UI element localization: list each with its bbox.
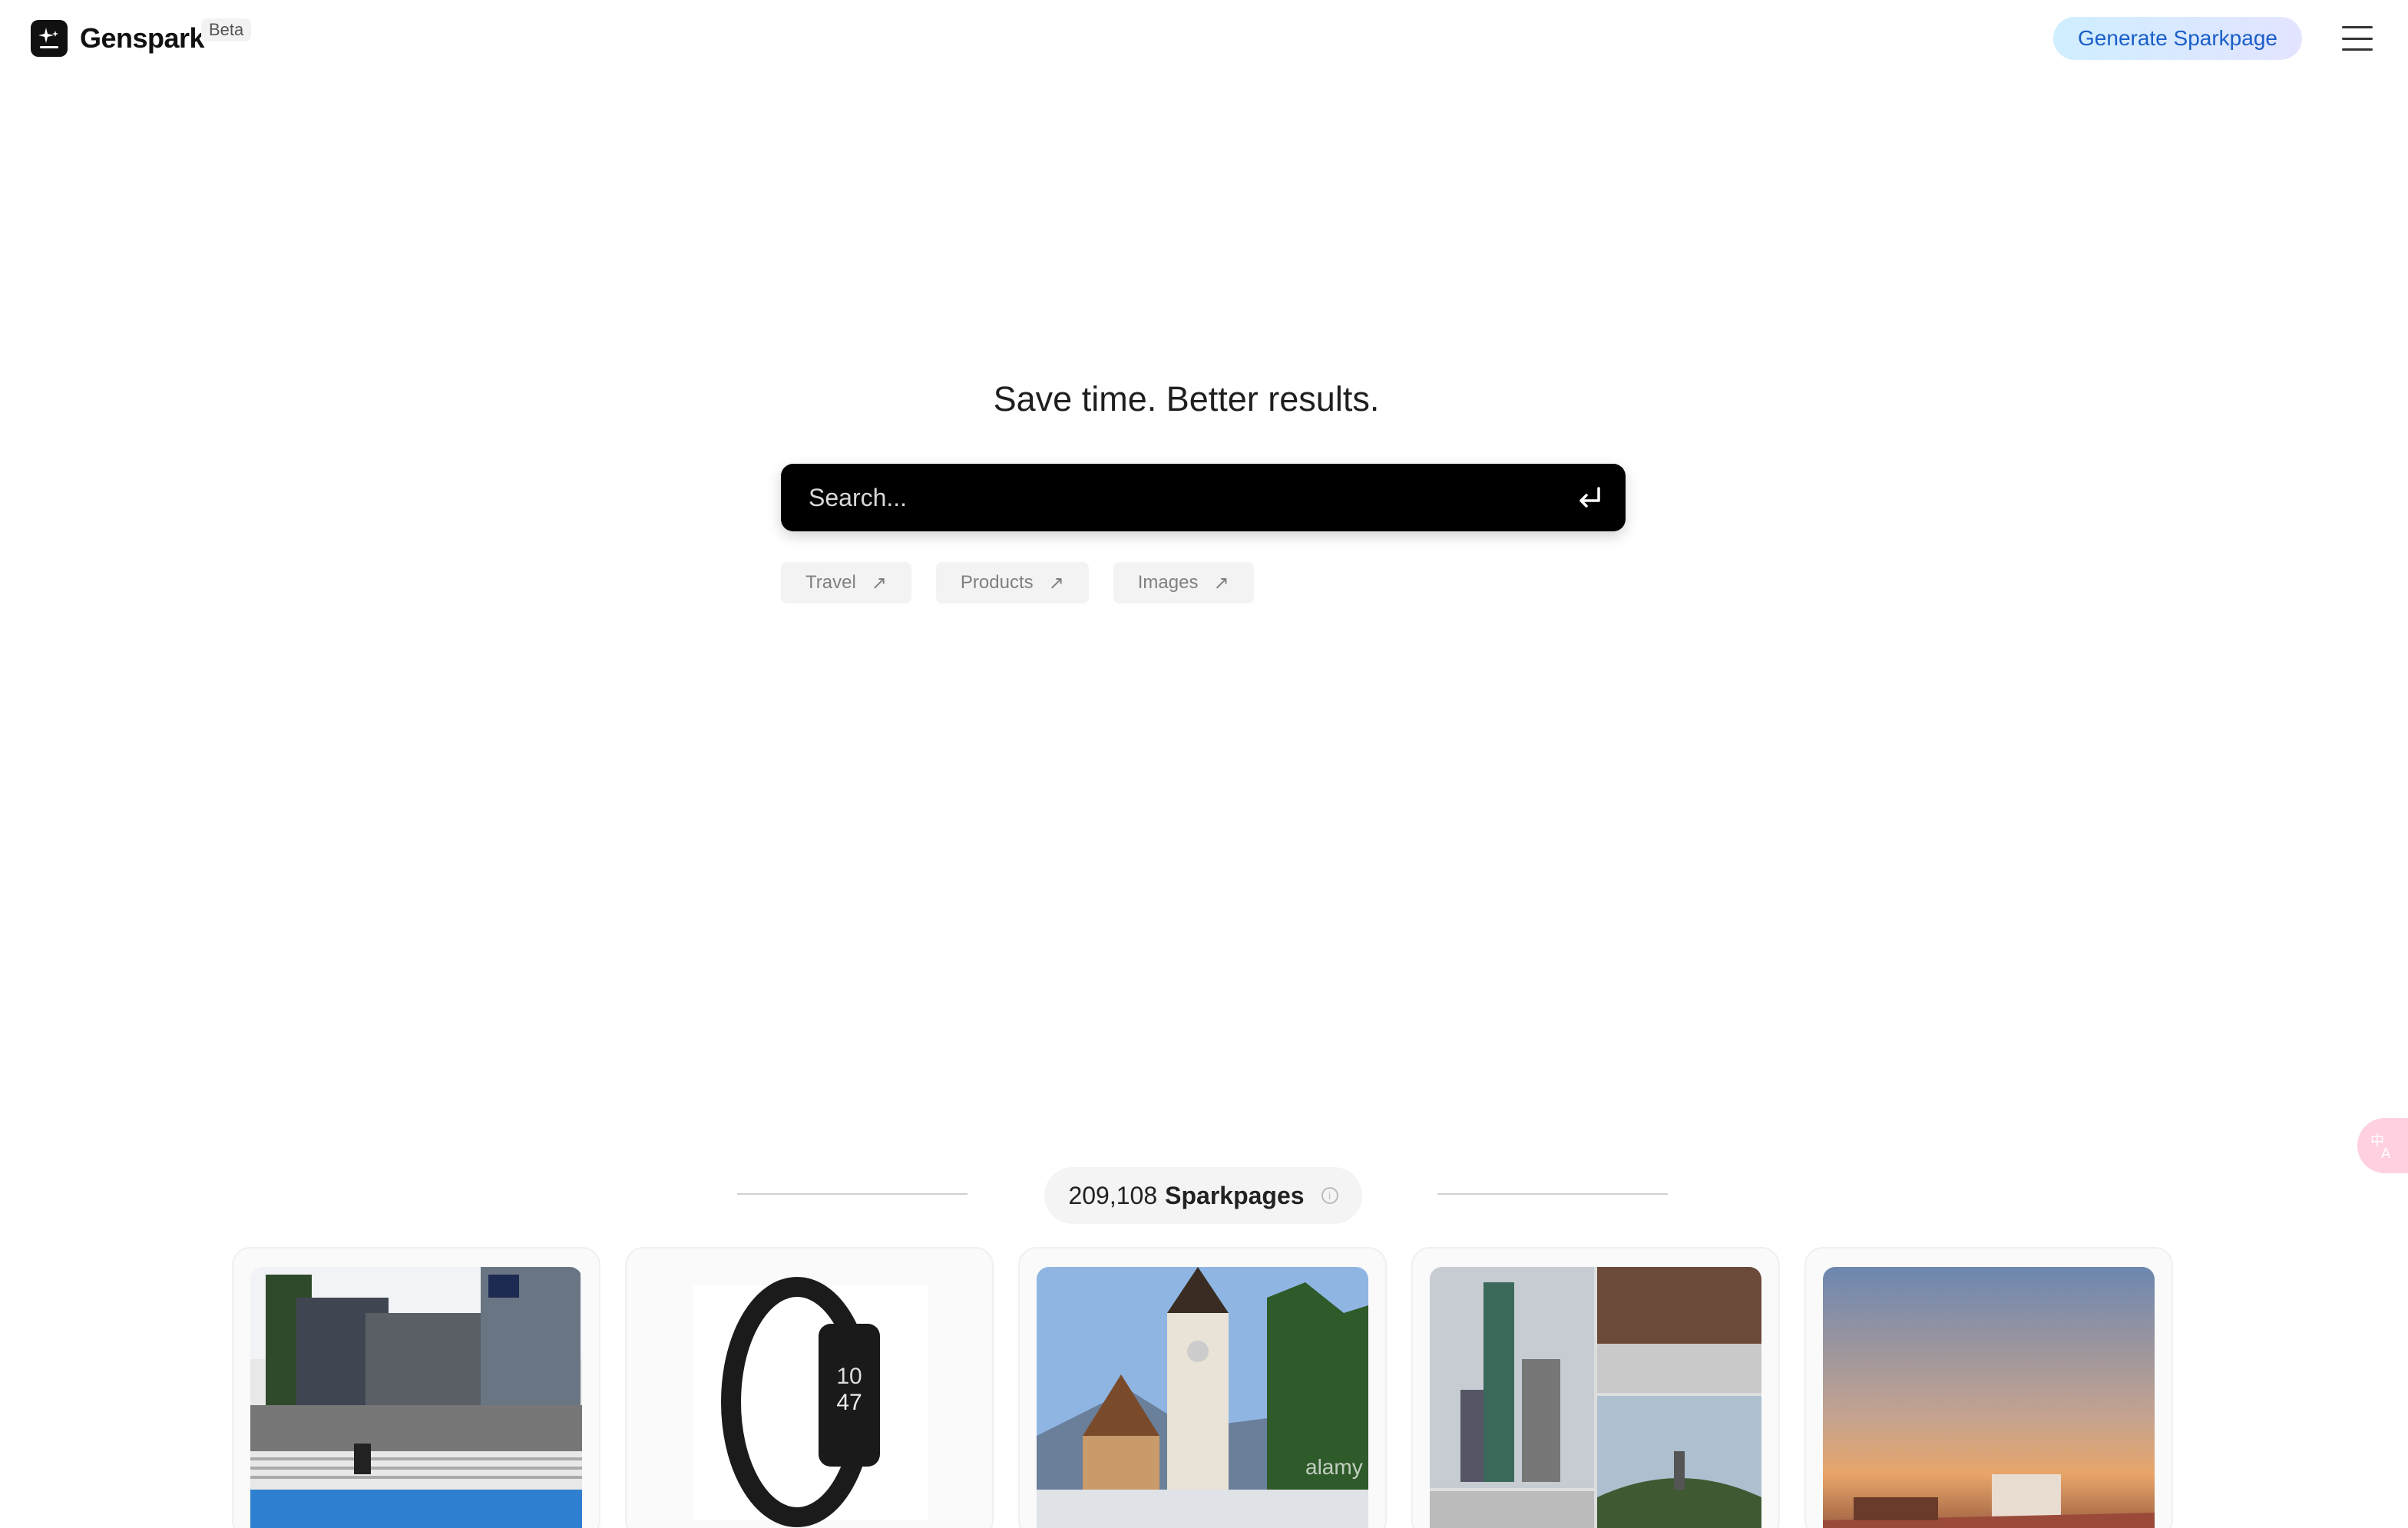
desert-camp-image [1823,1267,2155,1528]
genspark-logo-icon [31,20,68,57]
hamburger-menu-icon[interactable] [2342,26,2373,51]
chip-label: Images [1137,572,1199,593]
left-divider [737,1193,968,1195]
svg-text:47: 47 [836,1390,862,1415]
city-collage-image [1430,1267,1761,1528]
sparkpage-card[interactable] [1804,1247,2173,1528]
search-input[interactable] [809,464,1546,531]
sparkpages-counter: 209,108 Sparkpages i [1044,1167,1362,1224]
search-bar[interactable] [781,464,1626,531]
sparkpage-card[interactable] [232,1247,600,1528]
chip-products[interactable]: Products ↗ [935,562,1089,604]
enter-icon[interactable] [1574,482,1605,513]
suggestion-chips: Travel ↗ Products ↗ Images ↗ [781,562,1254,604]
arrow-up-right-icon: ↗ [1213,572,1229,594]
info-icon[interactable]: i [1321,1187,1338,1204]
church-tower-image: alamy [1037,1267,1368,1528]
watermark-text: alamy [1305,1455,1363,1479]
chip-images[interactable]: Images ↗ [1113,562,1254,604]
sparkpages-label: Sparkpages [1165,1181,1305,1209]
brand-name: Genspark [80,22,205,54]
svg-text:10: 10 [836,1364,862,1389]
tagline: Save time. Better results. [993,379,1380,418]
arrow-up-right-icon: ↗ [1048,572,1064,594]
sparkpage-card[interactable]: 10 47 [625,1247,994,1528]
chip-label: Travel [805,572,856,593]
generate-sparkpage-button[interactable]: Generate Sparkpage [2053,17,2302,60]
logo[interactable]: Genspark [31,20,205,57]
top-header: Genspark Beta Generate Sparkpage [0,0,2408,77]
sparkpage-card[interactable]: alamy [1018,1247,1387,1528]
beta-badge: Beta [201,18,252,41]
sparkpages-count: 209,108 [1068,1181,1158,1209]
arrow-up-right-icon: ↗ [871,572,887,594]
campus-building-image [250,1267,582,1528]
fitness-tracker-image: 10 47 [643,1267,975,1528]
svg-text:A: A [2381,1146,2391,1161]
right-divider [1437,1193,1668,1195]
sparkpage-card[interactable] [1411,1247,1780,1528]
translate-icon[interactable]: 中 A [2357,1118,2408,1173]
chip-label: Products [960,572,1034,593]
chip-travel[interactable]: Travel ↗ [781,562,911,604]
